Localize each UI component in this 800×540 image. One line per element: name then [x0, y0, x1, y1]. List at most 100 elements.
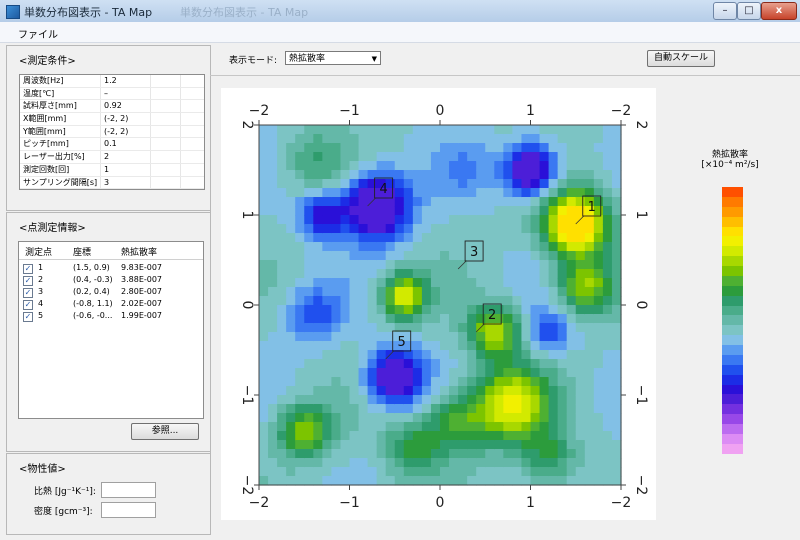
heatmap-cell	[611, 125, 622, 135]
heatmap-cell	[331, 332, 342, 342]
heatmap-cell	[530, 233, 541, 243]
heatmap-cell	[286, 323, 296, 333]
heatmap-cell	[295, 134, 305, 144]
heatmap-cell	[467, 332, 477, 342]
heatmap-cell	[575, 386, 586, 396]
heatmap-cell	[421, 431, 432, 441]
heatmap-cell	[295, 377, 305, 387]
list-item[interactable]: ✓ 2 (0.4, -0.3) 3.88E-007	[19, 274, 203, 286]
heatmap-cell	[412, 260, 423, 270]
heatmap-cell	[584, 170, 595, 180]
heatmap-cell	[403, 269, 414, 279]
heatmap-cell	[485, 161, 495, 171]
minimize-button[interactable]: –	[713, 2, 737, 20]
checkbox[interactable]: ✓	[23, 276, 33, 286]
list-item[interactable]: ✓ 4 (-0.8, 1.1) 2.02E-007	[19, 298, 203, 310]
heatmap-cell	[458, 197, 468, 207]
heatmap-cell	[503, 350, 513, 360]
heatmap-cell	[494, 242, 504, 252]
heatmap-cell	[611, 206, 622, 216]
heatmap-cell	[557, 278, 568, 288]
heatmap-cell	[575, 278, 586, 288]
heatmap-cell	[367, 179, 378, 189]
menu-file[interactable]: ファイル	[18, 26, 58, 41]
heatmap-cell	[385, 431, 396, 441]
heatmap-cell	[521, 422, 532, 432]
heatmap-cell	[512, 305, 523, 315]
heatmap-cell	[349, 350, 360, 360]
maximize-button[interactable]: □	[737, 2, 761, 20]
density-input[interactable]	[101, 502, 156, 518]
y-tick-label-left: 1	[239, 211, 255, 220]
heatmap-chart[interactable]: −2−2−2 −2−1−1−1 −1000 0111 1−2−22 212345	[221, 88, 656, 520]
checkbox[interactable]: ✓	[23, 288, 33, 298]
heatmap-cell	[421, 251, 432, 261]
toolbar-separator	[210, 75, 800, 76]
heatmap-cell	[286, 197, 296, 207]
list-item[interactable]: ✓ 3 (0.2, 0.4) 2.80E-007	[19, 286, 203, 298]
heatmap-cell	[557, 224, 568, 234]
autoscale-button[interactable]: 自動スケール	[647, 50, 715, 67]
column-coord[interactable]: 座標	[73, 245, 91, 258]
y-tick-label-left: 2	[239, 121, 255, 130]
point-list[interactable]: 測定点 座標 熱拡散率 ✓ 1 (1.5, 0.9) 9.83E-007 ✓ 2…	[18, 241, 204, 419]
heatmap-cell	[259, 440, 269, 450]
condition-row: Y範囲[mm] (-2, 2)	[20, 126, 204, 139]
heatmap-cell	[494, 224, 504, 234]
heatmap-cell	[322, 224, 332, 234]
heatmap-cell	[385, 386, 396, 396]
heatmap-cell	[593, 332, 604, 342]
column-diffusivity[interactable]: 熱拡散率	[121, 245, 157, 258]
heatmap-cell	[485, 422, 495, 432]
heatmap-cell	[259, 206, 269, 216]
display-mode-select[interactable]: 熱拡散率 ▼	[285, 51, 381, 65]
heatmap-cell	[440, 467, 450, 477]
heatmap-cell	[440, 251, 450, 261]
heatmap-cell	[313, 467, 323, 477]
heatmap-cell	[259, 323, 269, 333]
heatmap-cell	[349, 368, 360, 378]
heatmap-cell	[449, 467, 459, 477]
heatmap-cell	[358, 224, 369, 234]
close-button[interactable]: x	[761, 2, 797, 20]
heatmap-cell	[403, 170, 414, 180]
heatmap-cell	[385, 143, 396, 153]
heatmap-cell	[349, 143, 360, 153]
checkbox[interactable]: ✓	[23, 312, 33, 322]
heatmap-cell	[440, 422, 450, 432]
heatmap-cell	[440, 152, 450, 162]
heatmap-cell	[449, 143, 459, 153]
browse-button[interactable]: 参照...	[131, 423, 199, 440]
heatmap-cell	[512, 278, 523, 288]
list-item[interactable]: ✓ 1 (1.5, 0.9) 9.83E-007	[19, 262, 203, 274]
list-item[interactable]: ✓ 5 (-0.6, -0... 1.99E-007	[19, 310, 203, 322]
heatmap-cell	[611, 458, 622, 468]
heatmap-cell	[503, 305, 513, 315]
x-tick-label-top: 0	[436, 103, 445, 119]
heatmap-cell	[521, 215, 532, 225]
heatmap-cell	[268, 260, 278, 270]
heatmap-cell	[367, 314, 378, 324]
heatmap-cell	[430, 287, 441, 297]
heatmap-cell	[385, 224, 396, 234]
heatmap-cell	[394, 188, 405, 198]
heatmap-cell	[584, 422, 595, 432]
specific-heat-input[interactable]	[101, 482, 156, 498]
heatmap-cell	[530, 368, 541, 378]
heatmap-cell	[394, 143, 405, 153]
heatmap-cell	[521, 287, 532, 297]
heatmap-cell	[467, 197, 477, 207]
heatmap-cell	[440, 242, 450, 252]
heatmap-cell	[367, 467, 378, 477]
pane-splitter[interactable]	[210, 45, 211, 533]
checkbox[interactable]: ✓	[23, 264, 33, 274]
heatmap-cell	[449, 224, 459, 234]
heatmap-cell	[611, 404, 622, 414]
heatmap-cell	[521, 188, 532, 198]
heatmap-cell	[421, 161, 432, 171]
column-point[interactable]: 測定点	[25, 245, 52, 258]
checkbox[interactable]: ✓	[23, 300, 33, 310]
heatmap-cell	[304, 305, 314, 315]
heatmap-cell	[340, 332, 351, 342]
heatmap-cell	[476, 350, 486, 360]
